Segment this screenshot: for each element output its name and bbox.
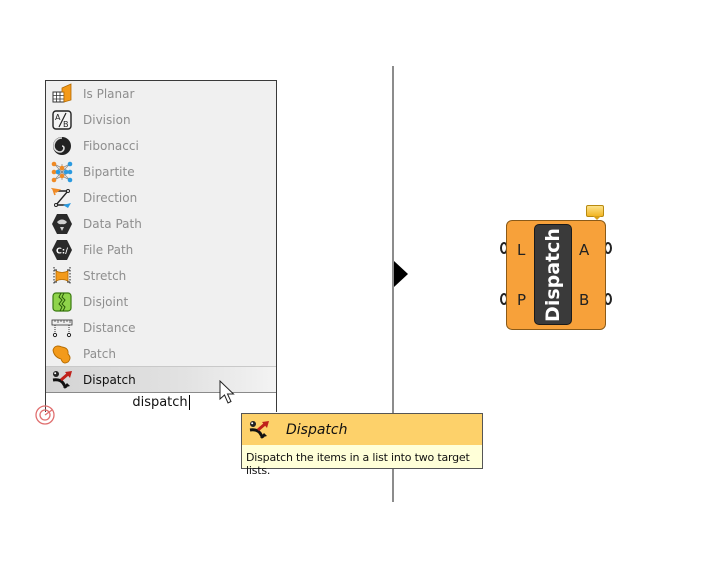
search-result-label: Dispatch bbox=[83, 373, 136, 387]
fibonacci-icon bbox=[51, 135, 73, 157]
data-path-icon bbox=[51, 213, 73, 235]
search-result-label: Distance bbox=[83, 321, 136, 335]
svg-text:A: A bbox=[55, 113, 61, 122]
search-result-label: Direction bbox=[83, 191, 138, 205]
patch-icon bbox=[51, 343, 73, 365]
arrow-right-icon bbox=[394, 261, 408, 287]
dispatch-component[interactable]: L P Dispatch A B bbox=[506, 220, 606, 330]
bipartite-icon bbox=[51, 161, 73, 183]
stretch-icon bbox=[51, 265, 73, 287]
tooltip-description: Dispatch the items in a list into two ta… bbox=[246, 451, 470, 477]
search-result-distance[interactable]: Distance bbox=[46, 315, 276, 341]
component-name: Dispatch bbox=[542, 227, 564, 322]
search-result-patch[interactable]: Patch bbox=[46, 341, 276, 367]
search-result-fibonacci[interactable]: Fibonacci bbox=[46, 133, 276, 159]
search-result-data-path[interactable]: Data Path bbox=[46, 211, 276, 237]
text-caret bbox=[188, 395, 190, 410]
tooltip-header: Dispatch bbox=[242, 414, 482, 445]
tooltip-title: Dispatch bbox=[286, 421, 348, 438]
disjoint-icon bbox=[51, 291, 73, 313]
search-result-label: Disjoint bbox=[83, 295, 129, 309]
input-label-l: L bbox=[517, 241, 526, 259]
file-path-icon: C:/ bbox=[51, 239, 73, 261]
search-result-label: Bipartite bbox=[83, 165, 135, 179]
search-result-bipartite[interactable]: Bipartite bbox=[46, 159, 276, 185]
search-result-label: Is Planar bbox=[83, 87, 135, 101]
output-label-b: B bbox=[579, 291, 590, 309]
search-result-label: Fibonacci bbox=[83, 139, 139, 153]
search-result-division[interactable]: AB Division bbox=[46, 107, 276, 133]
component-search-popup: Is Planar AB Division Fibonacci Bipartit… bbox=[45, 80, 277, 412]
search-result-label: Division bbox=[83, 113, 131, 127]
output-label-a: A bbox=[579, 241, 590, 259]
component-name-plate: Dispatch bbox=[534, 224, 572, 325]
dispatch-icon bbox=[51, 369, 73, 391]
search-result-direction[interactable]: Direction bbox=[46, 185, 276, 211]
distance-icon bbox=[51, 317, 73, 339]
search-result-label: Data Path bbox=[83, 217, 142, 231]
search-input-value: dispatch bbox=[132, 395, 188, 410]
search-result-is-planar[interactable]: Is Planar bbox=[46, 81, 276, 107]
search-result-label: Stretch bbox=[83, 269, 127, 283]
division-icon: AB bbox=[51, 109, 73, 131]
search-result-stretch[interactable]: Stretch bbox=[46, 263, 276, 289]
tooltip: Dispatch Dispatch the items in a list in… bbox=[241, 413, 483, 477]
is-planar-icon bbox=[51, 83, 73, 105]
target-icon bbox=[34, 404, 56, 430]
svg-text:C:/: C:/ bbox=[56, 247, 68, 256]
search-result-label: File Path bbox=[83, 243, 134, 257]
input-label-p: P bbox=[517, 291, 527, 309]
direction-icon bbox=[51, 187, 73, 209]
search-result-file-path[interactable]: C:/ File Path bbox=[46, 237, 276, 263]
svg-text:B: B bbox=[63, 120, 69, 129]
search-result-dispatch[interactable]: Dispatch bbox=[46, 366, 276, 394]
search-result-disjoint[interactable]: Disjoint bbox=[46, 289, 276, 315]
dispatch-icon bbox=[248, 419, 270, 441]
search-input[interactable]: dispatch bbox=[46, 392, 276, 412]
mouse-cursor-icon bbox=[219, 379, 239, 410]
search-result-label: Patch bbox=[83, 347, 116, 361]
